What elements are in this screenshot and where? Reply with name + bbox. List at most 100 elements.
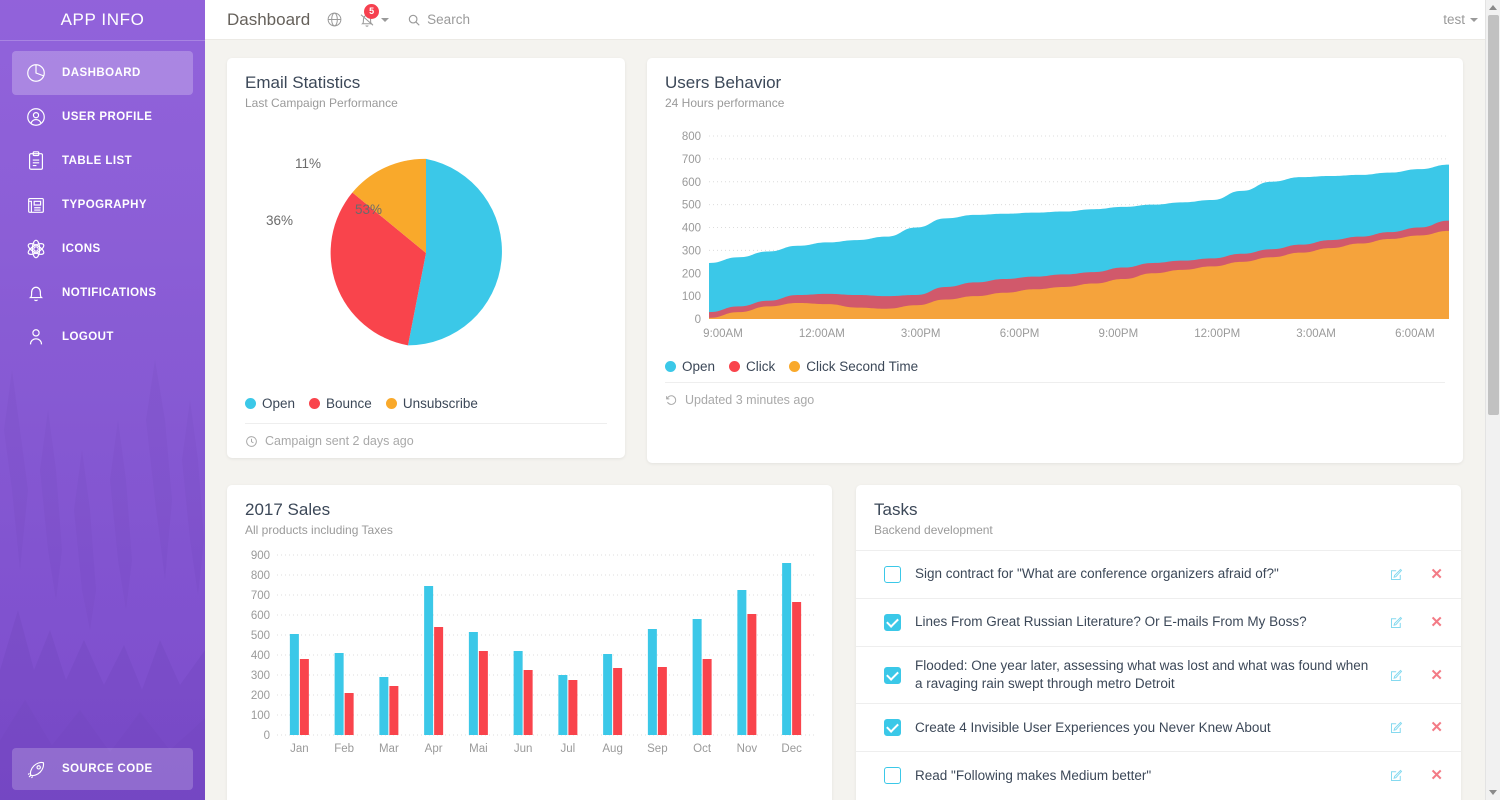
close-icon[interactable]: ✕ xyxy=(1430,567,1443,582)
task-text: Flooded: One year later, assessing what … xyxy=(915,658,1369,692)
sidebar-brand[interactable]: APP INFO xyxy=(0,0,205,40)
sidebar-item-typography[interactable]: TYPOGRAPHY xyxy=(12,183,193,227)
svg-text:100: 100 xyxy=(682,291,701,303)
legend-item-click[interactable]: Click xyxy=(729,359,775,374)
triangle-up-icon xyxy=(1489,5,1497,10)
bell-icon xyxy=(23,280,49,306)
bar-Dec-series-1 xyxy=(782,563,792,735)
tasks-card: Tasks Backend development Sign contract … xyxy=(856,485,1461,800)
legend-item-open[interactable]: Open xyxy=(665,359,715,374)
task-text: Read "Following makes Medium better" xyxy=(915,767,1152,783)
close-icon[interactable]: ✕ xyxy=(1430,720,1443,735)
chevron-down-icon xyxy=(381,17,390,22)
search-button[interactable]: Search xyxy=(407,12,470,27)
sidebar-item-label: NOTIFICATIONS xyxy=(62,287,157,299)
bar-Jun-series-2 xyxy=(523,670,533,735)
svg-text:700: 700 xyxy=(682,154,701,166)
sidebar-item-icons[interactable]: ICONS xyxy=(12,227,193,271)
task-text: Lines From Great Russian Literature? Or … xyxy=(915,614,1307,630)
close-icon[interactable]: ✕ xyxy=(1430,668,1443,683)
legend-label: Click xyxy=(746,359,776,374)
task-checkbox[interactable] xyxy=(884,666,901,684)
sidebar-item-label: LOGOUT xyxy=(62,331,114,343)
legend-dot xyxy=(385,398,397,409)
svg-text:Jun: Jun xyxy=(514,743,533,755)
legend-item-open[interactable]: Open xyxy=(245,396,295,411)
task-checkbox[interactable] xyxy=(884,719,901,737)
svg-text:9:00PM: 9:00PM xyxy=(1099,328,1139,340)
vertical-scrollbar[interactable] xyxy=(1485,0,1500,800)
task-checkbox[interactable] xyxy=(884,566,901,583)
svg-text:Sep: Sep xyxy=(647,743,667,755)
main-area: Dashboard 5 Search test Email Statistics… xyxy=(205,0,1500,800)
bar-Aug-series-1 xyxy=(603,654,613,735)
legend-label: Open xyxy=(262,396,296,411)
pie-label-open: 53% xyxy=(355,202,383,217)
area-chart-svg: 0 100 200 300 400 500 600 700 800 9:00AM 12:00AM 3… xyxy=(682,131,1449,340)
scroll-up-button[interactable] xyxy=(1486,0,1500,15)
svg-text:600: 600 xyxy=(682,177,701,189)
legend-dot xyxy=(665,361,676,372)
task-actions: ✕ xyxy=(1389,768,1443,783)
person-icon xyxy=(23,324,49,350)
legend-item-click-second-time[interactable]: Click Second Time xyxy=(789,359,918,374)
content-area: Email Statistics Last Campaign Performan… xyxy=(205,40,1500,800)
sidebar-item-label: ICONS xyxy=(62,243,101,255)
task-actions: ✕ xyxy=(1389,615,1443,630)
bar-Apr-series-1 xyxy=(424,586,434,735)
source-code-label: SOURCE CODE xyxy=(62,763,153,775)
globe-icon[interactable] xyxy=(326,11,343,28)
edit-icon[interactable] xyxy=(1389,668,1404,683)
bar-Jan-series-2 xyxy=(299,659,309,735)
task-row: Sign contract for "What are conference o… xyxy=(856,550,1461,598)
scrollbar-thumb[interactable] xyxy=(1488,15,1499,415)
svg-text:Aug: Aug xyxy=(602,743,622,755)
legend-dot xyxy=(729,361,741,372)
sidebar-item-user-profile[interactable]: USER PROFILE xyxy=(12,95,193,139)
sales-card-header: 2017 Sales All products including Taxes xyxy=(227,485,832,537)
pie-chart-icon xyxy=(23,60,49,86)
svg-text:300: 300 xyxy=(682,245,701,257)
legend-dot xyxy=(245,398,256,409)
notifications-button[interactable]: 5 xyxy=(358,3,390,29)
bar-chart-svg: 0 100 200 300 400 500 600 700 800 900 Jan Feb Mar Ap… xyxy=(251,550,814,755)
svg-text:300: 300 xyxy=(251,670,270,682)
svg-text:900: 900 xyxy=(251,550,270,562)
edit-icon[interactable] xyxy=(1389,567,1404,582)
tasks-card-subtitle: Backend development xyxy=(874,523,993,537)
legend-label: Bounce xyxy=(326,396,372,411)
sidebar-item-label: TABLE LIST xyxy=(62,155,133,167)
sidebar-item-notifications[interactable]: NOTIFICATIONS xyxy=(12,271,193,315)
task-checkbox[interactable] xyxy=(884,614,901,631)
user-menu[interactable]: test xyxy=(1443,12,1478,27)
svg-text:Oct: Oct xyxy=(693,743,712,755)
source-code-button[interactable]: SOURCE CODE xyxy=(12,748,193,790)
sidebar-item-dashboard[interactable]: DASHBOARD xyxy=(12,51,193,95)
bar-Feb-series-1 xyxy=(334,653,344,735)
bar-Mai-series-1 xyxy=(468,632,478,735)
edit-icon[interactable] xyxy=(1389,768,1404,783)
legend-item-unsubscribe[interactable]: Unsubscribe xyxy=(385,396,478,411)
close-icon[interactable]: ✕ xyxy=(1430,615,1443,630)
bar-Oct-series-1 xyxy=(692,619,702,735)
svg-text:Jul: Jul xyxy=(561,743,576,755)
bar-Jul-series-2 xyxy=(568,680,578,735)
users-card-title: Users Behavior xyxy=(665,73,782,92)
edit-icon[interactable] xyxy=(1389,720,1404,735)
bar-Jan-series-1 xyxy=(289,634,299,735)
bar-Feb-series-2 xyxy=(344,693,354,735)
svg-text:400: 400 xyxy=(682,223,701,235)
edit-icon[interactable] xyxy=(1389,615,1404,630)
legend-label: Click Second Time xyxy=(806,359,919,374)
scroll-down-button[interactable] xyxy=(1486,785,1500,800)
close-icon[interactable]: ✕ xyxy=(1430,768,1443,783)
bar-Nov-series-2 xyxy=(747,614,757,735)
user-circle-icon xyxy=(23,104,49,130)
notification-badge: 5 xyxy=(364,3,380,19)
sidebar-item-logout[interactable]: LOGOUT xyxy=(12,315,193,359)
sidebar-item-table-list[interactable]: TABLE LIST xyxy=(12,139,193,183)
sidebar-item-label: USER PROFILE xyxy=(62,111,153,123)
legend-item-bounce[interactable]: Bounce xyxy=(309,396,372,411)
svg-text:Mar: Mar xyxy=(379,743,399,755)
task-checkbox[interactable] xyxy=(884,767,901,785)
